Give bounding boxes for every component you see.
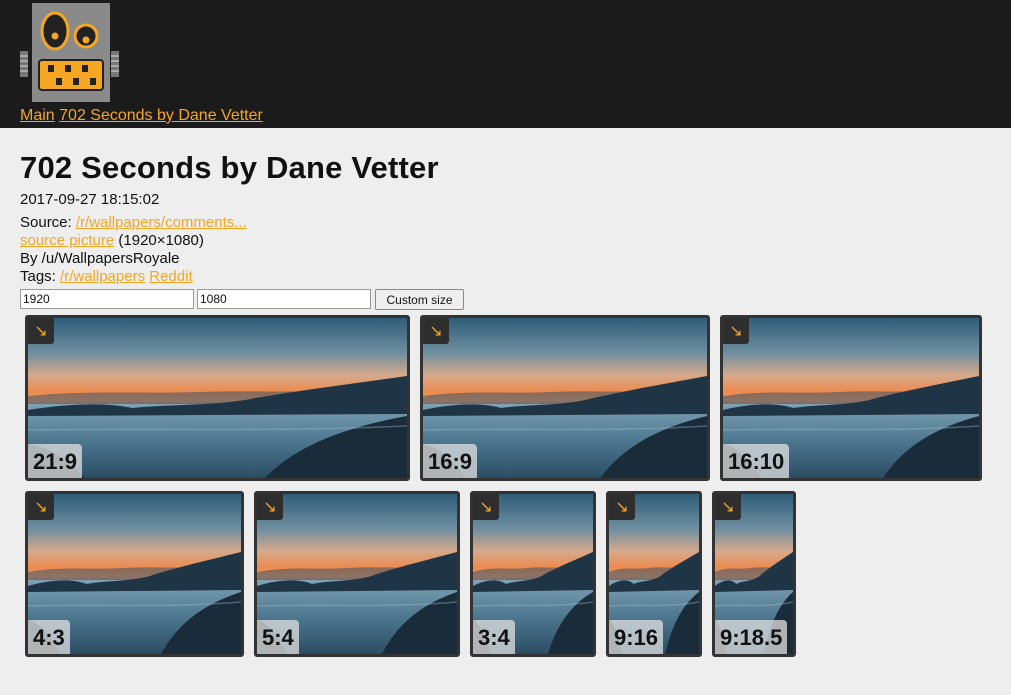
tag-reddit-link[interactable]: Reddit xyxy=(149,268,192,285)
arrow-down-right-icon[interactable]: ↘ xyxy=(473,494,499,520)
tag-wallpapers-link[interactable]: /r/wallpapers xyxy=(60,268,145,285)
thumbnail-4-3[interactable]: ↘ 4:3 xyxy=(25,491,244,657)
height-input[interactable] xyxy=(197,289,371,309)
robot-logo[interactable] xyxy=(20,3,124,103)
post-date: 2017-09-27 18:15:02 xyxy=(20,191,160,208)
source-label: Source: xyxy=(20,214,76,231)
author-line: By /u/WallpapersRoyale xyxy=(20,250,180,267)
tags-line: Tags: /r/wallpapers Reddit xyxy=(20,268,1000,286)
aspect-ratio-label: 4:3 xyxy=(28,620,70,654)
thumbnail-21-9[interactable]: ↘ 21:9 xyxy=(25,315,410,481)
thumbnail-5-4[interactable]: ↘ 5:4 xyxy=(254,491,460,657)
arrow-down-right-icon[interactable]: ↘ xyxy=(715,494,741,520)
breadcrumb-current-link[interactable]: 702 Seconds by Dane Vetter xyxy=(59,107,263,124)
tags-label: Tags: xyxy=(20,268,61,285)
aspect-ratio-label: 9:16 xyxy=(609,620,664,654)
thumbnail-16-9[interactable]: ↘ 16:9 xyxy=(420,315,710,481)
site-header: Main 702 Seconds by Dane Vetter xyxy=(0,0,1011,128)
aspect-ratio-label: 9:18.5 xyxy=(715,620,788,654)
breadcrumb-main-link[interactable]: Main xyxy=(20,107,55,124)
main-content: 702 Seconds by Dane Vetter 2017-09-27 18… xyxy=(20,148,1000,310)
aspect-ratio-label: 5:4 xyxy=(257,620,299,654)
source-line: Source: /r/wallpapers/comments... xyxy=(20,214,1000,232)
aspect-ratio-label: 21:9 xyxy=(28,444,83,478)
aspect-ratio-label: 3:4 xyxy=(473,620,515,654)
arrow-down-right-icon[interactable]: ↘ xyxy=(28,494,54,520)
thumbnail-16-10[interactable]: ↘ 16:10 xyxy=(720,315,982,481)
custom-size-button[interactable]: Custom size xyxy=(375,289,464,310)
thumbnail-9-16[interactable]: ↘ 9:16 xyxy=(606,491,702,657)
arrow-down-right-icon[interactable]: ↘ xyxy=(723,318,749,344)
arrow-down-right-icon[interactable]: ↘ xyxy=(257,494,283,520)
page-title: 702 Seconds by Dane Vetter xyxy=(20,150,439,185)
thumbnail-3-4[interactable]: ↘ 3:4 xyxy=(470,491,596,657)
source-comments-link[interactable]: /r/wallpapers/comments... xyxy=(76,214,247,231)
aspect-ratio-label: 16:10 xyxy=(723,444,790,478)
arrow-down-right-icon[interactable]: ↘ xyxy=(609,494,635,520)
width-input[interactable] xyxy=(20,289,194,309)
arrow-down-right-icon[interactable]: ↘ xyxy=(28,318,54,344)
source-picture-link[interactable]: source picture xyxy=(20,232,114,249)
wallpaper-image xyxy=(28,318,407,478)
arrow-down-right-icon[interactable]: ↘ xyxy=(423,318,449,344)
source-picture-dimensions: (1920×1080) xyxy=(114,232,204,249)
source-picture-line: source picture (1920×1080) xyxy=(20,232,1000,250)
aspect-ratio-label: 16:9 xyxy=(423,444,478,478)
thumbnail-9-18-5[interactable]: ↘ 9:18.5 xyxy=(712,491,796,657)
breadcrumb: Main 702 Seconds by Dane Vetter xyxy=(20,106,263,126)
